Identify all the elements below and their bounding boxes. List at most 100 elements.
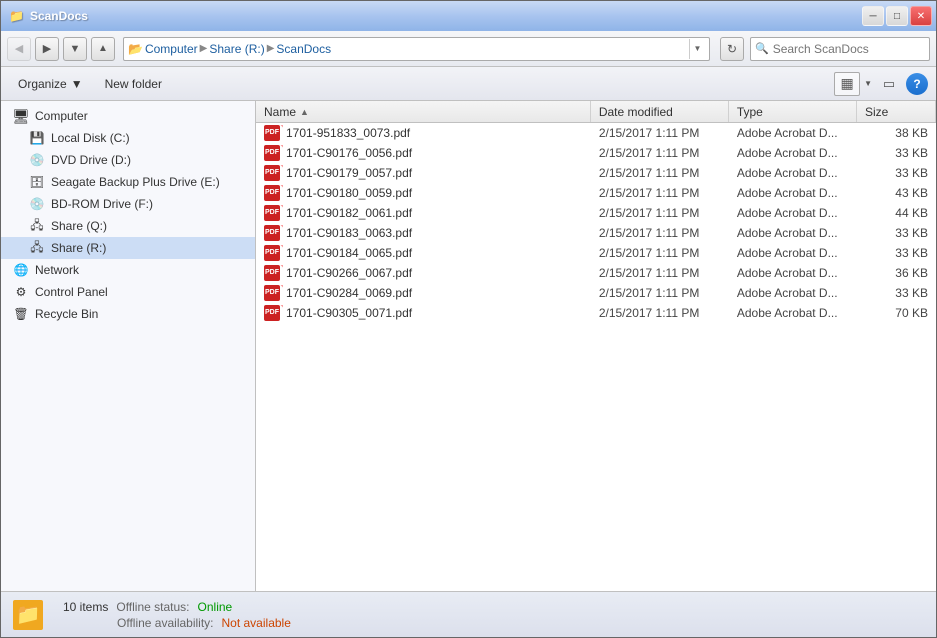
sidebar-item-share-q[interactable]: 🖧 Share (Q:)	[1, 215, 255, 237]
sidebar-item-network[interactable]: 🌐 Network	[1, 259, 255, 281]
forward-button[interactable]: ▶	[35, 37, 59, 61]
sidebar-item-seagate-e[interactable]: 🗄 Seagate Backup Plus Drive (E:)	[1, 171, 255, 193]
organize-button[interactable]: Organize ▼	[9, 72, 92, 96]
titlebar: 📁 ScanDocs ─ □ ✕	[1, 1, 936, 31]
col-type-label: Type	[737, 105, 763, 119]
file-size-cell: 33 KB	[857, 286, 936, 300]
back-button[interactable]: ◀	[7, 37, 31, 61]
pdf-icon: PDF	[264, 265, 280, 281]
column-header-type[interactable]: Type	[729, 101, 857, 122]
organize-arrow-icon: ▼	[71, 77, 83, 91]
file-name-text: 1701-C90183_0063.pdf	[286, 226, 412, 240]
breadcrumb-computer[interactable]: Computer	[145, 42, 198, 56]
sidebar-label-computer: Computer	[35, 109, 88, 123]
sidebar-label-control-panel: Control Panel	[35, 285, 108, 299]
table-row[interactable]: PDF 1701-C90180_0059.pdf 2/15/2017 1:11 …	[256, 183, 936, 203]
file-date-cell: 2/15/2017 1:11 PM	[591, 226, 729, 240]
file-size-cell: 43 KB	[857, 186, 936, 200]
col-date-label: Date modified	[599, 105, 673, 119]
file-date-cell: 2/15/2017 1:11 PM	[591, 306, 729, 320]
sidebar-label-local-c: Local Disk (C:)	[51, 131, 130, 145]
file-name-cell: PDF 1701-C90176_0056.pdf	[256, 145, 591, 161]
search-glass-icon: 🔍	[755, 42, 769, 55]
column-header-size[interactable]: Size	[857, 101, 936, 122]
search-input[interactable]	[773, 42, 928, 56]
dropdown-recent-button[interactable]: ▼	[63, 37, 87, 61]
refresh-button[interactable]: ↻	[720, 37, 744, 61]
view-toggle-button[interactable]: ▦	[834, 72, 860, 96]
file-name-cell: PDF 1701-C90184_0065.pdf	[256, 245, 591, 261]
sidebar-item-bdrom-f[interactable]: 💿 BD-ROM Drive (F:)	[1, 193, 255, 215]
file-type-cell: Adobe Acrobat D...	[729, 186, 857, 200]
sidebar-label-share-q: Share (Q:)	[51, 219, 107, 233]
sidebar-item-share-r[interactable]: 🖧 Share (R:)	[1, 237, 255, 259]
file-area: Name ▲ Date modified Type Size PDF 1	[256, 101, 936, 591]
table-row[interactable]: PDF 1701-C90284_0069.pdf 2/15/2017 1:11 …	[256, 283, 936, 303]
file-type-cell: Adobe Acrobat D...	[729, 286, 857, 300]
help-label: ?	[913, 77, 920, 91]
file-size-cell: 44 KB	[857, 206, 936, 220]
sidebar-item-local-c[interactable]: 💾 Local Disk (C:)	[1, 127, 255, 149]
back-icon: ◀	[15, 42, 23, 55]
sidebar-label-dvd-d: DVD Drive (D:)	[51, 153, 131, 167]
sidebar-item-computer[interactable]: 🖥 Computer	[1, 105, 255, 127]
new-folder-button[interactable]: New folder	[96, 72, 171, 96]
close-button[interactable]: ✕	[910, 6, 932, 26]
file-name-cell: PDF 1701-C90179_0057.pdf	[256, 165, 591, 181]
table-row[interactable]: PDF 1701-C90182_0061.pdf 2/15/2017 1:11 …	[256, 203, 936, 223]
breadcrumb-sep-1: ▶	[200, 43, 208, 54]
pdf-icon: PDF	[264, 165, 280, 181]
sidebar-label-bdrom-f: BD-ROM Drive (F:)	[51, 197, 153, 211]
file-size-cell: 33 KB	[857, 166, 936, 180]
view-icon: ▦	[840, 75, 853, 92]
up-button[interactable]: ▲	[91, 37, 115, 61]
table-row[interactable]: PDF 1701-C90183_0063.pdf 2/15/2017 1:11 …	[256, 223, 936, 243]
table-row[interactable]: PDF 1701-C90179_0057.pdf 2/15/2017 1:11 …	[256, 163, 936, 183]
file-type-cell: Adobe Acrobat D...	[729, 126, 857, 140]
sidebar-item-dvd-d[interactable]: 💿 DVD Drive (D:)	[1, 149, 255, 171]
file-name-text: 1701-C90184_0065.pdf	[286, 246, 412, 260]
col-name-label: Name	[264, 105, 296, 119]
address-bar[interactable]: 📂 Computer ▶ Share (R:) ▶ ScanDocs ▼	[123, 37, 710, 61]
file-name-cell: PDF 1701-C90183_0063.pdf	[256, 225, 591, 241]
offline-avail-value: Not available	[222, 616, 291, 630]
recycle-bin-icon: 🗑	[13, 306, 29, 322]
status-line-avail: Offline availability: Not available	[63, 616, 291, 630]
table-row[interactable]: PDF 1701-C90305_0071.pdf 2/15/2017 1:11 …	[256, 303, 936, 323]
titlebar-controls: ─ □ ✕	[862, 6, 932, 26]
sidebar-item-control-panel[interactable]: ⚙ Control Panel	[1, 281, 255, 303]
sidebar-label-network: Network	[35, 263, 79, 277]
file-name-cell: PDF 1701-C90284_0069.pdf	[256, 285, 591, 301]
file-date-cell: 2/15/2017 1:11 PM	[591, 166, 729, 180]
network-icon: 🌐	[13, 262, 29, 278]
breadcrumb-share-r[interactable]: Share (R:)	[209, 42, 264, 56]
breadcrumb-scandocs[interactable]: ScanDocs	[276, 42, 331, 56]
view-dropdown-button[interactable]: ▼	[864, 79, 872, 88]
table-row[interactable]: PDF 1701-C90184_0065.pdf 2/15/2017 1:11 …	[256, 243, 936, 263]
help-button[interactable]: ?	[906, 73, 928, 95]
preview-pane-button[interactable]: ▭	[876, 72, 902, 96]
file-name-cell: PDF 1701-C90266_0067.pdf	[256, 265, 591, 281]
sidebar-label-recycle-bin: Recycle Bin	[35, 307, 98, 321]
column-header-name[interactable]: Name ▲	[256, 101, 591, 122]
maximize-button[interactable]: □	[886, 6, 908, 26]
column-header-date[interactable]: Date modified	[591, 101, 729, 122]
address-dropdown-button[interactable]: ▼	[689, 39, 705, 59]
pdf-icon: PDF	[264, 245, 280, 261]
table-row[interactable]: PDF 1701-C90266_0067.pdf 2/15/2017 1:11 …	[256, 263, 936, 283]
file-name-text: 1701-C90180_0059.pdf	[286, 186, 412, 200]
minimize-button[interactable]: ─	[862, 6, 884, 26]
sidebar: 🖥 Computer 💾 Local Disk (C:) 💿 DVD Drive…	[1, 101, 256, 591]
pdf-icon: PDF	[264, 125, 280, 141]
offline-status-label: Offline status:	[116, 600, 189, 614]
table-row[interactable]: PDF 1701-C90176_0056.pdf 2/15/2017 1:11 …	[256, 143, 936, 163]
file-size-cell: 33 KB	[857, 226, 936, 240]
file-name-text: 1701-C90284_0069.pdf	[286, 286, 412, 300]
file-type-cell: Adobe Acrobat D...	[729, 206, 857, 220]
seagate-drive-icon: 🗄	[29, 174, 45, 190]
table-row[interactable]: PDF 1701-951833_0073.pdf 2/15/2017 1:11 …	[256, 123, 936, 143]
dropdown-icon: ▼	[70, 43, 81, 55]
bdrom-icon: 💿	[29, 196, 45, 212]
sidebar-item-recycle-bin[interactable]: 🗑 Recycle Bin	[1, 303, 255, 325]
file-date-cell: 2/15/2017 1:11 PM	[591, 266, 729, 280]
